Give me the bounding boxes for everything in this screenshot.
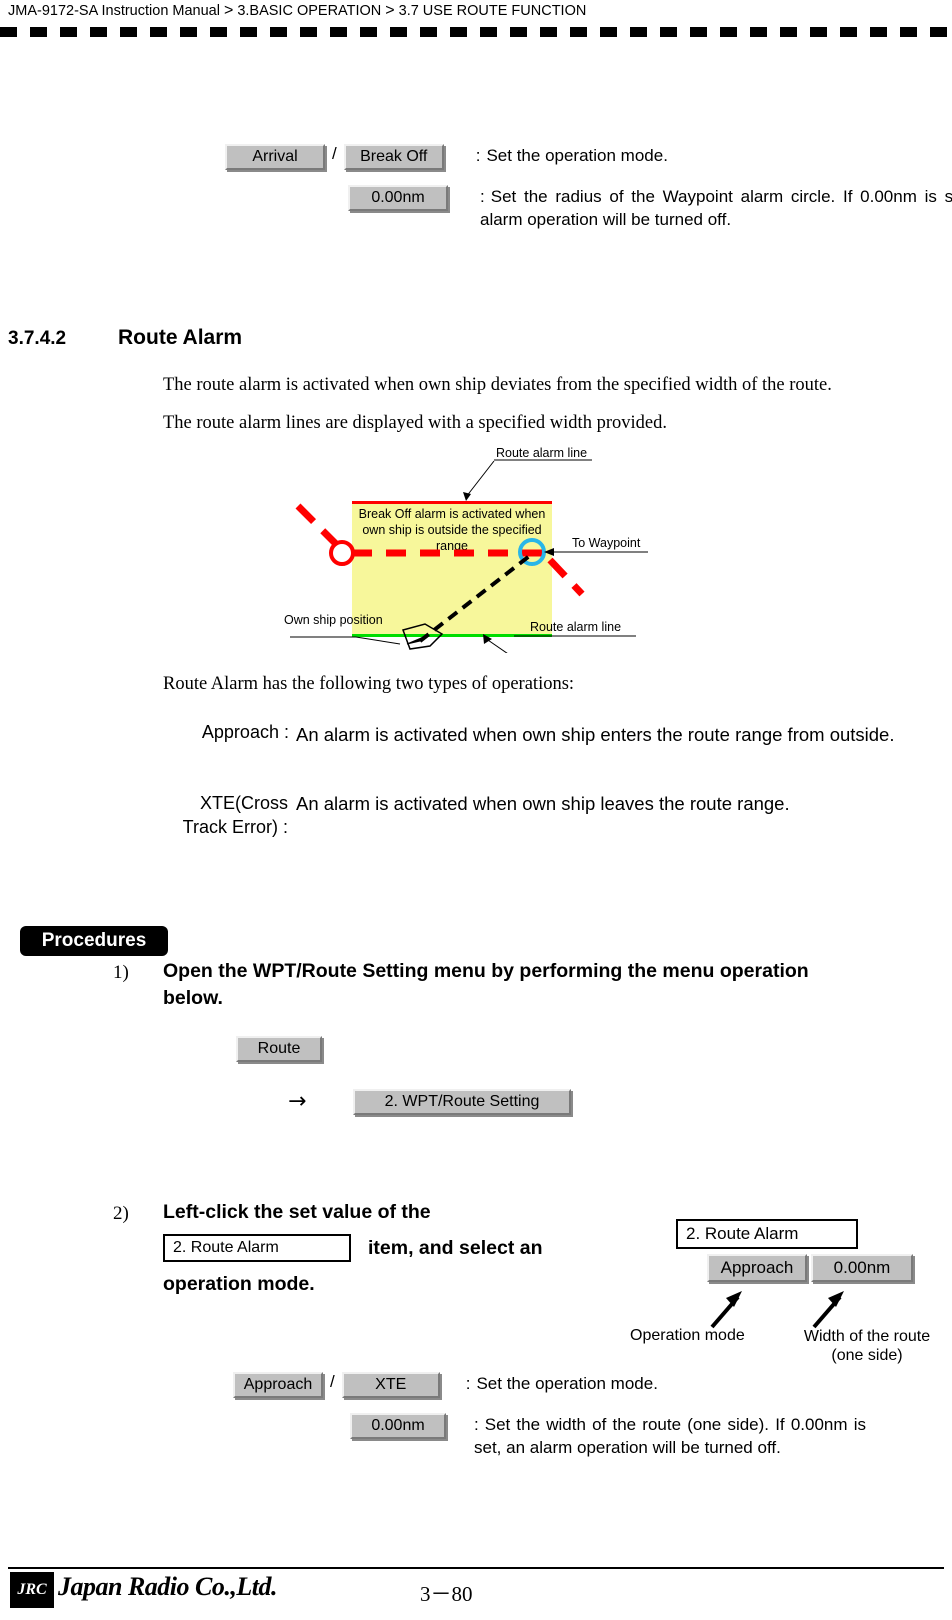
callout-operation-mode-button[interactable]: Approach: [707, 1254, 807, 1282]
colon-2: :: [480, 187, 485, 206]
callout-label-route-width: Width of the route (one side): [777, 1327, 952, 1365]
route-dashed-extension-left: [295, 503, 339, 547]
wpt-route-setting-button-wrap: 2. WPT/Route Setting: [353, 1089, 571, 1115]
header-section: 3.7 USE ROUTE FUNCTION: [398, 3, 587, 19]
step-1-number: 1): [113, 962, 129, 983]
slash-separator-bottom: /: [330, 1372, 335, 1391]
footer-page-number: 3－80: [420, 1582, 473, 1606]
operation-desc-approach: An alarm is activated when own ship ente…: [296, 724, 895, 745]
header-separator-1: >: [223, 2, 234, 19]
step-1-text: Open the WPT/Route Setting menu by perfo…: [163, 960, 809, 1009]
colon-4: :: [474, 1415, 479, 1434]
callout-buttons-wrap: Approach 0.00nm: [707, 1254, 913, 1282]
page-title: Route Alarm: [118, 326, 243, 349]
operation-term-approach-label: Approach: [201, 722, 279, 742]
operation-term-approach-colon: :: [283, 722, 289, 742]
colon-1: :: [475, 146, 481, 165]
colon-3: :: [465, 1374, 471, 1393]
leader-line-top: [465, 460, 495, 498]
approach-button[interactable]: Approach: [233, 1372, 323, 1398]
callout-arrows: [710, 1291, 844, 1329]
callout-label-route-width-line1: Width of the route: [803, 1328, 931, 1345]
leader-arrow-top: [463, 492, 471, 501]
top-definition-mode-text: : Set the operation mode.: [476, 144, 952, 167]
route-alarm-inline-box[interactable]: 2. Route Alarm: [163, 1234, 351, 1262]
route-button[interactable]: Route: [236, 1036, 322, 1062]
footer-rule: [8, 1567, 944, 1569]
callout-route-width-button[interactable]: 0.00nm: [811, 1254, 913, 1282]
step-2-text-part2: item, and select an: [368, 1237, 543, 1259]
waypoint-radius-button[interactable]: 0.00nm: [348, 185, 448, 211]
header-manual-title: JMA-9172-SA Instruction Manual: [8, 3, 220, 19]
callout-route-alarm-title: 2. Route Alarm: [676, 1219, 858, 1249]
route-width-button[interactable]: 0.00nm: [350, 1413, 446, 1439]
leader-line-own-ship: [355, 636, 401, 645]
own-ship-track-line: [418, 552, 534, 643]
diagram-label-to-waypoint: To Waypoint: [572, 536, 641, 550]
start-waypoint-circle: [329, 540, 355, 566]
header-chapter: 3.BASIC OPERATION: [237, 3, 382, 19]
route-alarm-inline-box-wrap: 2. Route Alarm: [163, 1234, 351, 1262]
step-2-text-part3: operation mode.: [163, 1273, 315, 1295]
bottom-definition-mode-desc: Set the operation mode.: [476, 1374, 658, 1393]
bottom-definition-row-width: 0.00nm : Set the width of the route (one …: [350, 1413, 866, 1459]
top-definition-row-radius: 0.00nm : Set the radius of the Waypoint a…: [348, 185, 952, 231]
top-definition-radius-text: : Set the radius of the Waypoint alarm ci…: [480, 185, 952, 231]
diagram-label-route-alarm-line-bottom: Route alarm line: [530, 620, 622, 634]
header-dashed-rule: [0, 27, 952, 37]
procedures-tag: Procedures: [20, 926, 168, 956]
section-paragraph-1: The route alarm is activated when own sh…: [163, 375, 832, 395]
operation-term-xte-colon: :: [282, 817, 288, 837]
diagram-label-own-ship-position: Own ship position: [284, 613, 383, 627]
slash-separator-top: /: [332, 144, 337, 163]
section-paragraph-3: Route Alarm has the following two types …: [163, 674, 575, 694]
diagram-label-route-alarm-line-top: Route alarm line: [496, 446, 588, 460]
page-header: JMA-9172-SA Instruction Manual >3.BASIC O…: [8, 2, 586, 20]
callout-arrow-width-head: [828, 1291, 844, 1307]
manual-page: JMA-9172-SA Instruction Manual >3.BASIC O…: [0, 0, 952, 1620]
callout-arrow-mode-head: [726, 1291, 742, 1307]
break-off-button[interactable]: Break Off: [343, 144, 444, 170]
route-dashed-extension-right: [547, 557, 585, 597]
top-definition-mode-desc: Set the operation mode.: [486, 146, 668, 165]
callout-label-operation-mode: Operation mode: [630, 1327, 745, 1344]
route-menu-button-wrap: Route: [236, 1036, 322, 1062]
arrival-button[interactable]: Arrival: [225, 144, 325, 170]
section-number: 3.7.4.2: [8, 328, 67, 349]
operation-term-xte-line1: XTE(Cross: [199, 793, 288, 813]
operation-term-xte-line2: Track Error): [182, 817, 278, 837]
route-alarm-diagram: Break Off alarm is activated when own sh…: [270, 446, 690, 653]
step-2-text-part1: Left-click the set value of the: [163, 1201, 431, 1223]
step-2-number: 2): [113, 1203, 129, 1224]
bottom-definition-width-desc: Set the width of the route (one side). I…: [474, 1415, 866, 1457]
bottom-definition-row-mode: Approach / XTE : Set the operation mode.: [233, 1372, 906, 1398]
top-definition-radius-desc: Set the radius of the Waypoint alarm cir…: [480, 187, 952, 229]
arrow-right-icon: →: [288, 1089, 307, 1114]
top-definition-row-mode: Arrival / Break Off : Set the operation m…: [225, 144, 952, 170]
operation-term-xte: XTE(Cross Track Error) :: [160, 791, 288, 839]
xte-button[interactable]: XTE: [341, 1372, 440, 1398]
jrc-logo: JRC: [10, 1572, 54, 1608]
operation-term-approach: Approach :: [183, 722, 289, 743]
bottom-definition-width-text: : Set the width of the route (one side). …: [474, 1413, 866, 1459]
operation-desc-xte: An alarm is activated when own ship leav…: [296, 793, 790, 814]
header-separator-2: >: [385, 2, 395, 19]
bottom-definition-mode-text: : Set the operation mode.: [466, 1372, 906, 1395]
callout-title-box-wrap: 2. Route Alarm: [676, 1219, 858, 1249]
callout-label-route-width-line2: (one side): [831, 1347, 903, 1364]
section-paragraph-2: The route alarm lines are displayed with…: [163, 413, 667, 433]
footer-company-name: Japan Radio Co.,Ltd.: [58, 1572, 277, 1601]
wpt-route-setting-button[interactable]: 2. WPT/Route Setting: [353, 1089, 571, 1115]
